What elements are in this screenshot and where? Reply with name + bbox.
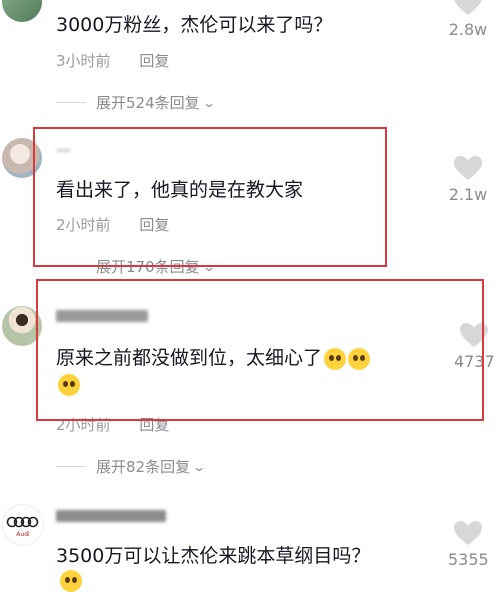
comment-meta: 3小时前 回复: [56, 50, 169, 71]
comment-text: 3500万可以让杰伦来跳本草纲目吗？: [56, 545, 371, 567]
comment-item: 3000万粉丝，杰伦可以来了吗？ 3小时前 回复 2.8w 展开524条回复 ⌄: [0, 0, 500, 115]
laughing-emoji-icon: [60, 570, 82, 592]
avatar[interactable]: [2, 0, 42, 22]
heart-icon: [454, 0, 482, 15]
like-button[interactable]: 5355: [448, 520, 489, 569]
chevron-down-icon: ⌄: [192, 459, 207, 474]
expand-replies-button[interactable]: 展开82条回复 ⌄: [56, 456, 207, 477]
comment-username[interactable]: [56, 508, 166, 526]
reply-button[interactable]: 回复: [139, 52, 169, 70]
heart-icon: [454, 156, 482, 180]
highlight-box: [33, 127, 387, 267]
like-button[interactable]: 2.1w: [448, 155, 488, 204]
like-count: 2.1w: [448, 185, 488, 204]
expand-replies-button[interactable]: 展开524条回复 ⌄: [56, 92, 216, 113]
like-count: 5355: [448, 550, 489, 569]
audi-logo-icon: Audi: [6, 516, 39, 538]
comment-time: 3小时前: [56, 52, 111, 70]
expand-replies-label: 展开82条回复: [96, 458, 191, 476]
heart-icon: [454, 521, 482, 545]
like-count: 2.8w: [448, 20, 488, 39]
audi-logo-label: Audi: [16, 531, 30, 538]
comment-item: Audi 3500万可以让杰伦来跳本草纲目吗？ 5355: [0, 500, 500, 592]
chevron-down-icon: ⌄: [201, 95, 216, 110]
comment-text: 3000万粉丝，杰伦可以来了吗？: [56, 14, 333, 36]
like-button[interactable]: 2.8w: [448, 0, 488, 39]
highlight-box: [36, 279, 484, 421]
expand-replies-label: 展开524条回复: [96, 94, 200, 112]
avatar[interactable]: Audi: [2, 504, 44, 546]
